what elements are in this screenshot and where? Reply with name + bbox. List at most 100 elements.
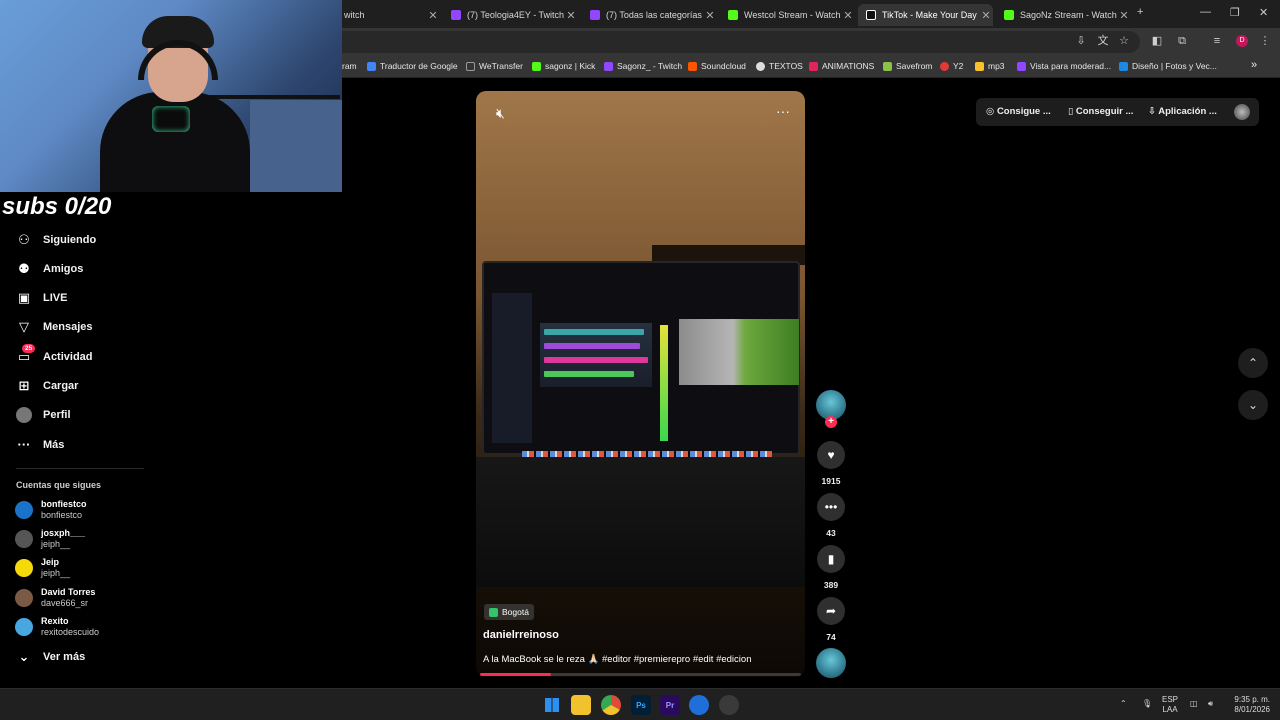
bookmark[interactable]: mp3 bbox=[975, 61, 1005, 71]
tab-title: witch bbox=[344, 10, 365, 20]
tray-overflow-icon[interactable]: ⌃ bbox=[1120, 699, 1127, 709]
close-icon[interactable]: ✕ bbox=[841, 9, 855, 22]
share-button[interactable]: ➦ bbox=[817, 597, 845, 625]
video-author[interactable]: danielrreinoso bbox=[483, 629, 559, 641]
like-button[interactable]: ♥ bbox=[817, 441, 845, 469]
sidebar-item-more[interactable]: ··· Más bbox=[16, 437, 65, 453]
profile-avatar[interactable]: D bbox=[1236, 35, 1248, 47]
bookmark[interactable]: Soundcloud bbox=[688, 61, 746, 71]
tab-title: Westcol Stream - Watch L bbox=[744, 10, 841, 20]
comment-button[interactable]: ••• bbox=[817, 493, 845, 521]
bookmark[interactable]: WeTransfer bbox=[466, 61, 523, 71]
chrome-icon[interactable] bbox=[601, 695, 621, 715]
close-window-icon[interactable]: ✕ bbox=[1259, 6, 1268, 19]
following-account[interactable]: Rexito rexitodescuido bbox=[15, 616, 99, 638]
webcam-background bbox=[250, 100, 342, 192]
avatar bbox=[15, 530, 33, 548]
volume-icon[interactable]: 🔊︎ bbox=[1208, 699, 1213, 709]
address-bar[interactable] bbox=[330, 31, 1140, 53]
bookmark[interactable]: ram bbox=[342, 61, 357, 71]
previous-video-button[interactable]: ⌃ bbox=[1238, 348, 1268, 378]
browser-tab[interactable]: Westcol Stream - Watch L ✕ bbox=[720, 4, 855, 26]
tab-title: (7) Teologia4EY - Twitch bbox=[467, 10, 564, 20]
sound-avatar[interactable] bbox=[816, 648, 846, 678]
install-icon[interactable]: ⇩ bbox=[1075, 35, 1087, 47]
get-app-button[interactable]: ▯ Conseguir ... bbox=[1068, 106, 1133, 117]
more-options-icon[interactable]: ··· bbox=[776, 103, 790, 119]
follow-plus-icon[interactable]: + bbox=[825, 416, 837, 428]
extension-translate-icon[interactable]: ◧ bbox=[1151, 35, 1163, 47]
following-account[interactable]: josxph___ jeiph__ bbox=[15, 528, 85, 550]
bookmarks-overflow-button[interactable]: » bbox=[1251, 59, 1257, 71]
chrome-menu-icon[interactable]: ⋮ bbox=[1259, 35, 1271, 47]
minimize-icon[interactable]: — bbox=[1200, 6, 1211, 18]
sidebar-item-label: Perfil bbox=[43, 409, 71, 421]
windows-start-icon[interactable] bbox=[542, 695, 562, 715]
close-icon[interactable]: ✕ bbox=[703, 9, 717, 22]
close-icon[interactable]: ✕ bbox=[1117, 9, 1131, 22]
bookmark[interactable]: Y2 bbox=[940, 61, 963, 71]
media-control-icon[interactable]: ≡ bbox=[1211, 35, 1223, 47]
extensions-icon[interactable]: ⧉ bbox=[1176, 35, 1188, 47]
bookmark[interactable]: sagonz | Kick bbox=[532, 61, 595, 71]
app-button[interactable]: ⇩ Aplicación ... bbox=[1148, 106, 1217, 117]
location-tag[interactable]: Bogotá bbox=[484, 604, 534, 620]
bookmark[interactable]: TEXTOS bbox=[756, 61, 803, 71]
sidebar-item-following[interactable]: ⚇ Siguiendo bbox=[16, 232, 96, 248]
following-account[interactable]: bonfiestco bonfiestco bbox=[15, 499, 87, 521]
chevron-up-icon: ⌃ bbox=[1247, 356, 1259, 370]
browser-tab[interactable]: witch ✕ bbox=[336, 4, 440, 26]
photoshop-icon[interactable]: Ps bbox=[631, 695, 651, 715]
account-handle: jeiph__ bbox=[41, 568, 71, 578]
video-progress-fill bbox=[480, 673, 551, 676]
mute-icon[interactable]: 🔇︎ bbox=[496, 105, 505, 122]
video-progress-bar[interactable] bbox=[480, 673, 801, 676]
sidebar-item-activity[interactable]: ▭ 25 Actividad bbox=[16, 344, 93, 365]
next-video-button[interactable]: ⌄ bbox=[1238, 390, 1268, 420]
see-more-button[interactable]: ⌄ Ver más bbox=[16, 649, 86, 665]
translate-icon[interactable]: 文 bbox=[1097, 35, 1109, 47]
animations-icon bbox=[809, 61, 818, 71]
user-avatar[interactable] bbox=[1234, 104, 1250, 120]
sidebar-item-live[interactable]: ▣ LIVE bbox=[16, 290, 68, 306]
kick-icon bbox=[532, 61, 541, 71]
bookmark[interactable]: Savefrom bbox=[883, 61, 932, 71]
network-icon[interactable]: ◫ bbox=[1190, 699, 1198, 709]
sidebar-item-upload[interactable]: ⊞ Cargar bbox=[16, 378, 79, 394]
save-button[interactable]: ▮ bbox=[817, 545, 845, 573]
microphone-icon[interactable]: 🎙︎ bbox=[1142, 699, 1152, 709]
editor-app-icon[interactable] bbox=[689, 695, 709, 715]
get-coins-label: Consigue ... bbox=[996, 106, 1051, 117]
y2-icon bbox=[940, 61, 949, 71]
sidebar-item-messages[interactable]: ▽ Mensajes bbox=[16, 319, 93, 335]
new-tab-button[interactable]: + bbox=[1137, 6, 1143, 18]
close-icon[interactable]: ✕ bbox=[979, 9, 993, 22]
file-explorer-icon[interactable] bbox=[571, 695, 591, 715]
language-indicator[interactable]: ESP LAA bbox=[1162, 695, 1178, 715]
get-coins-button[interactable]: ◎ Consigue ... bbox=[986, 106, 1051, 117]
sidebar-item-friends[interactable]: ⚉ Amigos bbox=[16, 261, 83, 277]
bookmark[interactable]: Diseño | Fotos y Vec... bbox=[1119, 61, 1217, 71]
following-account[interactable]: David Torres dave666_sr bbox=[15, 587, 95, 609]
premiere-icon[interactable]: Pr bbox=[660, 695, 680, 715]
sidebar-item-profile[interactable]: Perfil bbox=[16, 407, 71, 423]
close-icon[interactable]: ✕ bbox=[426, 9, 440, 22]
account-name: Rexito bbox=[41, 616, 69, 626]
following-account[interactable]: Jeip jeiph__ bbox=[15, 557, 70, 579]
browser-tab-active[interactable]: TikTok - Make Your Day ✕ bbox=[858, 4, 993, 26]
close-icon[interactable]: ✕ bbox=[564, 9, 578, 22]
clock[interactable]: 9:35 p. m. 8/01/2026 bbox=[1226, 695, 1270, 715]
bookmark[interactable]: Traductor de Google bbox=[367, 61, 458, 71]
restore-icon[interactable]: ❐ bbox=[1230, 6, 1240, 19]
account-name: bonfiestco bbox=[41, 499, 87, 509]
video-player[interactable]: 🔇︎ ··· Bogotá danielrreinoso A la MacBoo… bbox=[476, 91, 805, 677]
browser-tab[interactable]: (7) Teologia4EY - Twitch ✕ bbox=[443, 4, 578, 26]
bookmark-label: mp3 bbox=[988, 61, 1005, 71]
browser-tab[interactable]: SagoNz Stream - Watch L ✕ bbox=[996, 4, 1131, 26]
bookmark[interactable]: Vista para moderad... bbox=[1017, 61, 1111, 71]
browser-tab[interactable]: (7) Todas las categorías - ✕ bbox=[582, 4, 717, 26]
obs-icon[interactable] bbox=[719, 695, 739, 715]
bookmark[interactable]: Sagonz_ - Twitch bbox=[604, 61, 682, 71]
star-icon[interactable]: ☆ bbox=[1118, 35, 1130, 47]
bookmark[interactable]: ANIMATIONS bbox=[809, 61, 874, 71]
